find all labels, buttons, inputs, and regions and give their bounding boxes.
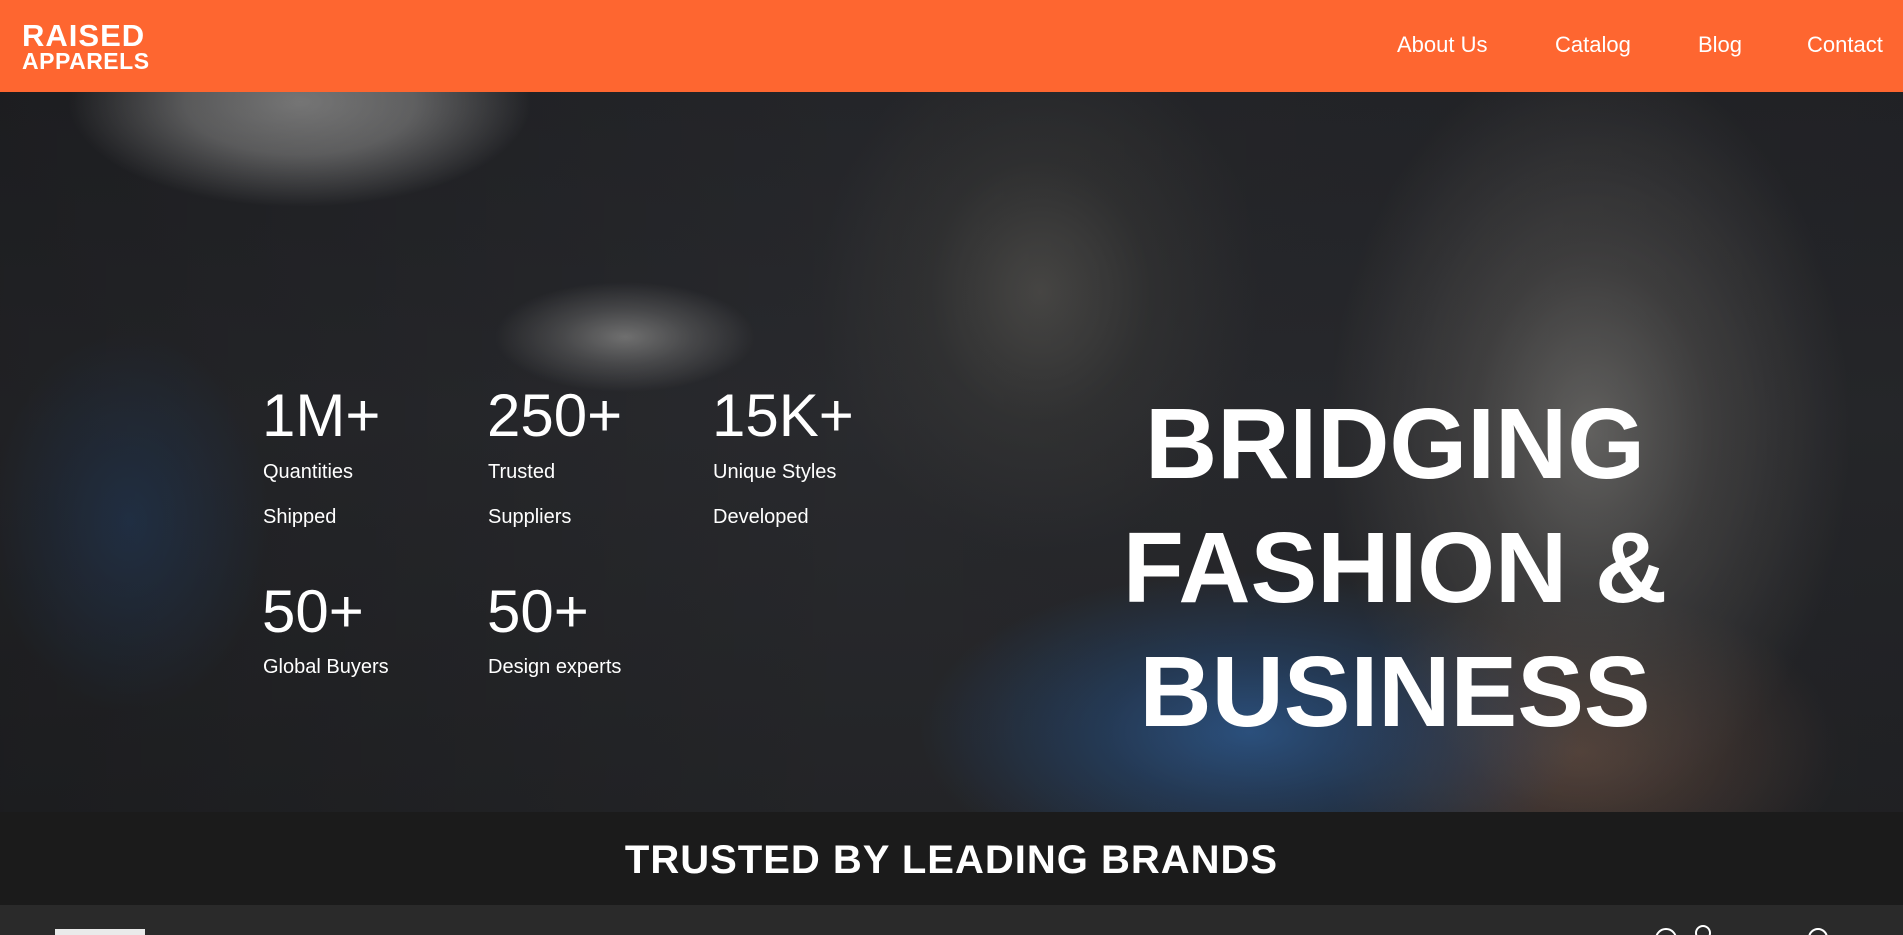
nav-link-contact[interactable]: Contact [1807, 32, 1883, 58]
headline-line-1: BRIDGING [1145, 388, 1645, 500]
main-nav: About Us Catalog Blog Contact [0, 0, 1903, 92]
brand-logo-mark [55, 929, 145, 935]
stat-label: Design experts [488, 656, 622, 678]
nav-link-about-us[interactable]: About Us [1397, 32, 1488, 58]
stat-value: 50+ [262, 578, 364, 645]
stat-label: Unique Styles Developed [713, 461, 837, 528]
stat-value: 1M+ [262, 382, 381, 449]
hero-section: 1M+ Quantities Shipped 250+ Trusted Supp… [0, 92, 1903, 812]
brand-logo-mark [1655, 928, 1677, 935]
headline-line-3: BUSINESS [1139, 636, 1651, 748]
stat-label: Quantities Shipped [263, 461, 354, 528]
stat-value: 250+ [487, 382, 623, 449]
trusted-brands-section: TRUSTED BY LEADING BRANDS [0, 812, 1903, 905]
brand-logo-mark [1695, 925, 1711, 935]
trusted-brands-title: TRUSTED BY LEADING BRANDS [624, 838, 1279, 882]
nav-link-catalog[interactable]: Catalog [1555, 32, 1631, 58]
site-header: RAISED APPARELS About Us Catalog Blog Co… [0, 0, 1903, 92]
stat-label: Global Buyers [263, 656, 389, 678]
stat-label: Trusted Suppliers [488, 461, 572, 528]
stat-value: 15K+ [712, 382, 854, 449]
headline-line-2: FASHION & [1122, 512, 1668, 624]
brand-logo-mark [1808, 928, 1828, 935]
brand-logo-strip [0, 905, 1903, 935]
hero-headline: BRIDGING FASHION & BUSINESS [1085, 382, 1705, 754]
brand-logo [55, 929, 145, 935]
nav-link-blog[interactable]: Blog [1698, 32, 1742, 58]
stat-value: 50+ [487, 578, 589, 645]
